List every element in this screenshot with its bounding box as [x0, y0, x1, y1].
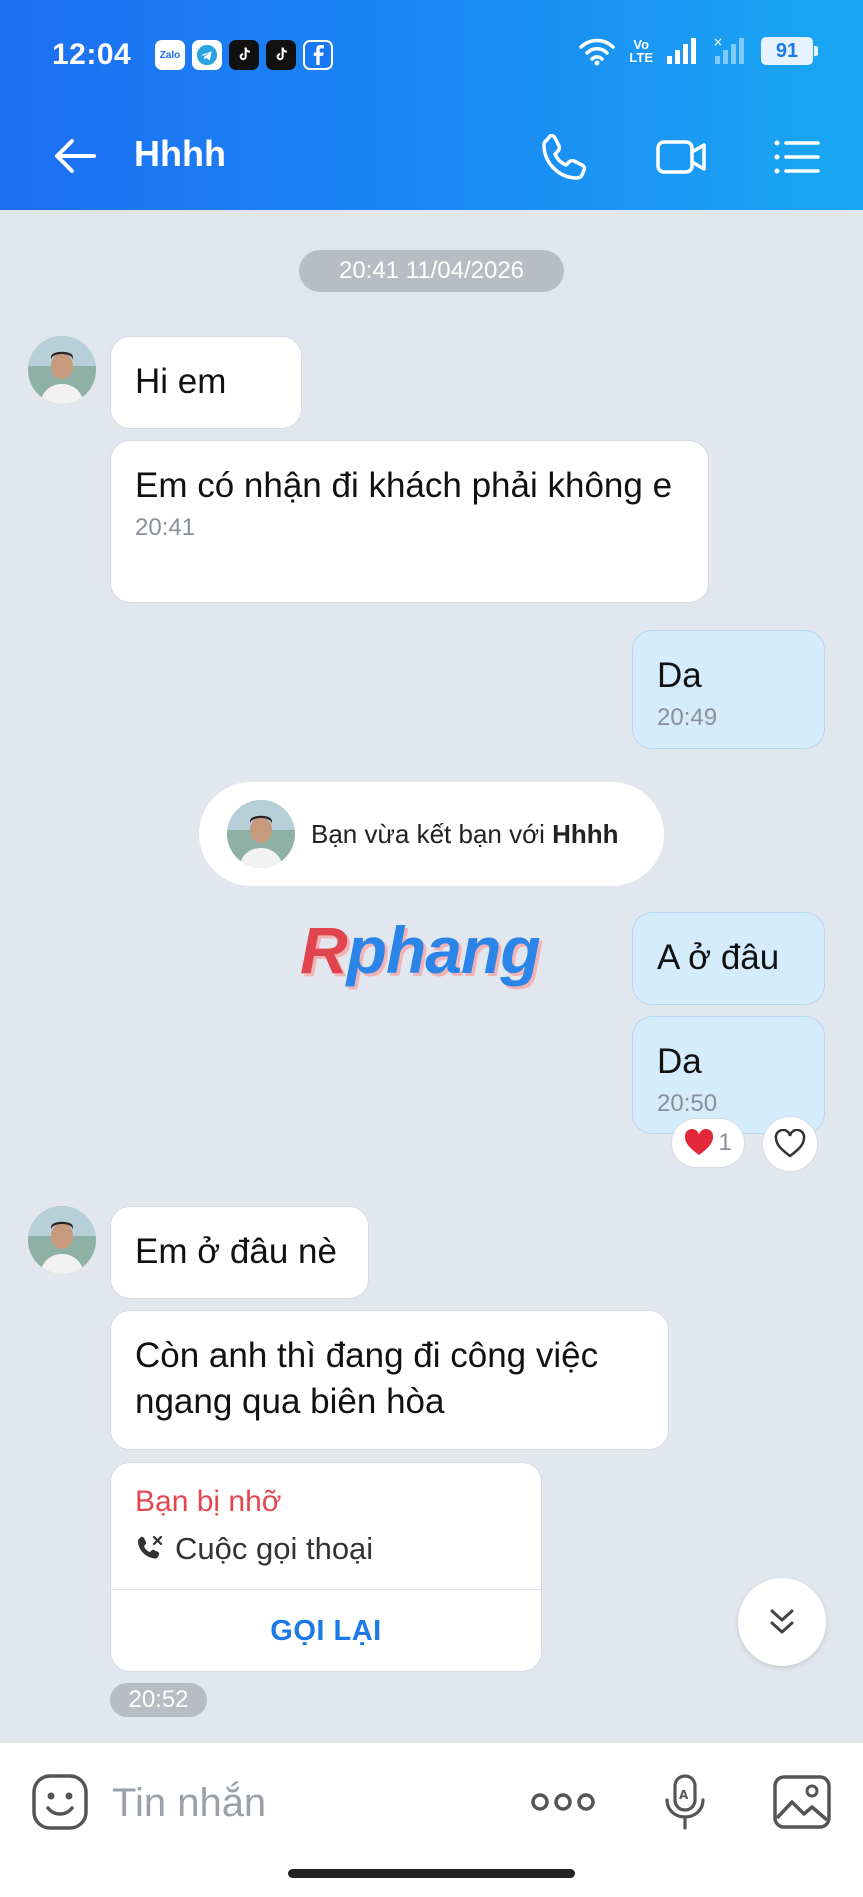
notice-text: Bạn vừa kết bạn với Hhhh: [311, 819, 619, 850]
message-bubble-incoming[interactable]: Em ở đâu nè: [110, 1206, 369, 1299]
watermark-logo: Rphang: [300, 912, 541, 988]
svg-text:A: A: [679, 1788, 689, 1802]
tiktok-icon: [266, 40, 296, 70]
message-text: Hi em: [135, 362, 227, 401]
avatar-photo-icon: [227, 800, 295, 868]
tiktok-icon: [229, 40, 259, 70]
message-time-pill: 20:52: [110, 1683, 207, 1717]
more-options-icon[interactable]: [530, 1784, 596, 1820]
message-bubble-incoming[interactable]: Hi em: [110, 336, 302, 429]
missed-call-icon: [138, 1535, 163, 1559]
call-type-label: Cuộc gọi thoại: [175, 1531, 374, 1566]
battery-icon: 91: [761, 37, 818, 65]
message-text: Còn anh thì đang đi công việc ngang qua …: [135, 1336, 599, 1421]
message-time: 20:49: [657, 704, 718, 731]
reaction-summary[interactable]: 1: [671, 1118, 745, 1168]
date-separator: 20:41 11/04/2026: [299, 250, 564, 292]
message-bubble-incoming[interactable]: Em có nhận đi khách phải không e 20:41: [110, 440, 709, 603]
call-back-button[interactable]: GỌI LẠI: [111, 1589, 541, 1671]
call-type: Cuộc gọi thoại: [135, 1531, 373, 1567]
signal-icon: [667, 38, 696, 64]
video-call-icon[interactable]: [652, 128, 710, 186]
message-bubble-outgoing[interactable]: A ở đâu: [632, 912, 825, 1005]
status-time: 12:04: [52, 38, 132, 71]
volte-indicator: Vo LTE: [629, 38, 653, 64]
facebook-icon: [303, 40, 333, 70]
message-text: A ở đâu: [657, 938, 780, 977]
missed-call-card: Bạn bị nhỡ Cuộc gọi thoại GỌI LẠI: [110, 1462, 542, 1672]
zalo-icon-label: Zalo: [159, 49, 181, 61]
volte-bottom: LTE: [629, 50, 653, 65]
chat-header: [0, 0, 863, 210]
message-input[interactable]: [110, 1772, 494, 1834]
avatar-photo-icon: [28, 1206, 96, 1274]
message-text: Da: [657, 1042, 702, 1081]
message-text: Em ở đâu nè: [135, 1232, 337, 1271]
svg-text:×: ×: [713, 36, 723, 49]
scroll-to-bottom-button[interactable]: [738, 1578, 826, 1666]
phone-call-icon[interactable]: [536, 128, 594, 186]
signal-2-icon: ×: [713, 36, 744, 64]
friend-added-notice: Bạn vừa kết bạn với Hhhh: [199, 782, 664, 886]
message-bubble-incoming[interactable]: Còn anh thì đang đi công việc ngang qua …: [110, 1310, 669, 1450]
contact-avatar[interactable]: [28, 1206, 96, 1274]
notice-contact-name: Hhhh: [552, 818, 619, 849]
zalo-icon: Zalo: [155, 40, 185, 70]
heart-reaction-icon: [685, 1129, 714, 1155]
reaction-count: 1: [718, 1129, 732, 1156]
double-chevron-down-icon: [770, 1609, 794, 1634]
notice-prefix: Bạn vừa kết bạn với: [311, 818, 553, 849]
back-arrow-icon[interactable]: [48, 128, 104, 184]
message-bubble-outgoing[interactable]: Da 20:49: [632, 630, 825, 749]
telegram-icon: [192, 40, 222, 70]
react-button[interactable]: [762, 1116, 818, 1172]
watermark-rest: phang: [346, 913, 541, 987]
menu-list-icon[interactable]: [768, 128, 826, 186]
missed-call-status: Bạn bị nhỡ: [135, 1485, 282, 1518]
contact-avatar[interactable]: [28, 336, 96, 404]
message-text: Em có nhận đi khách phải không e: [135, 466, 673, 505]
watermark-first: R: [300, 913, 348, 987]
voice-mic-icon[interactable]: A: [660, 1772, 710, 1832]
message-text: Da: [657, 656, 702, 695]
wifi-icon: [579, 38, 616, 66]
system-status: Vo LTE × 91: [577, 36, 818, 66]
contact-avatar[interactable]: [227, 800, 295, 868]
notification-icons: Zalo: [155, 40, 333, 70]
message-time: 20:50: [657, 1090, 718, 1117]
emoji-sticker-icon[interactable]: [30, 1772, 90, 1832]
heart-outline-icon: [774, 1129, 806, 1158]
battery-level: 91: [775, 39, 799, 62]
home-indicator: [288, 1869, 575, 1878]
avatar-photo-icon: [28, 336, 96, 404]
message-time: 20:41: [135, 514, 196, 541]
image-gallery-icon[interactable]: [772, 1774, 832, 1830]
chat-title[interactable]: Hhhh: [134, 133, 226, 175]
